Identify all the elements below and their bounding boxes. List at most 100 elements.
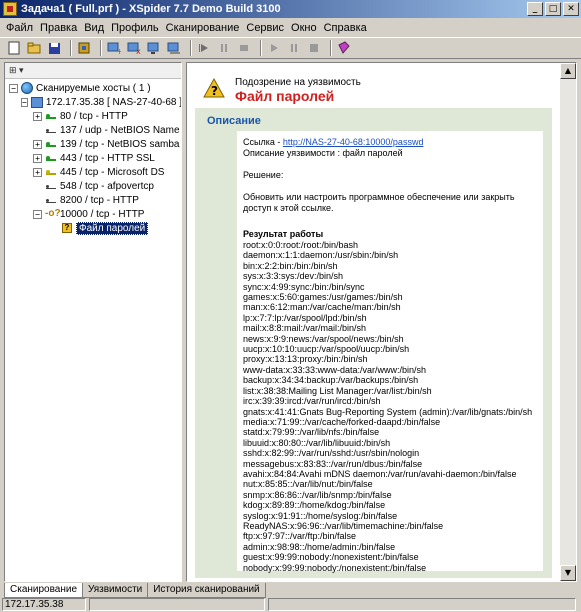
tab-scan-history[interactable]: История сканирований (147, 583, 266, 598)
window-title: Задача1 ( Full.prf ) - XSpider 7.7 Demo … (21, 3, 281, 15)
expand-icon[interactable]: + (33, 139, 42, 149)
minimize-button[interactable]: _ (527, 2, 543, 16)
tree-port-row[interactable]: 8200 / tcp - HTTP (5, 193, 181, 207)
port-icon (45, 180, 57, 192)
expand-icon[interactable]: + (33, 167, 42, 177)
passwd-line: sync:x:4:99:sync:/bin:/bin/sync (243, 281, 365, 292)
open-port-icon (45, 138, 57, 150)
solution-label: Решение: (243, 170, 284, 180)
passwd-line: backup:x:34:34:backup:/var/backups:/bin/… (243, 375, 419, 386)
tab-scanning[interactable]: Сканирование (4, 583, 84, 598)
tree-port-label: 80 / tcp - HTTP (60, 110, 128, 122)
tree-port-row[interactable]: + 443 / tcp - HTTP SSL (5, 151, 181, 165)
tree-port-row[interactable]: + 80 / tcp - HTTP (5, 109, 181, 123)
maximize-button[interactable]: □ (545, 2, 561, 16)
passwd-line: irc:x:39:39:ircd:/var/run/ircd:/bin/sh (243, 396, 381, 407)
hosts-tree: − Сканируемые хосты ( 1 ) − 172.17.35.38… (5, 79, 181, 235)
open-icon[interactable] (26, 40, 42, 56)
tree-header[interactable]: ⊞ ▾ (5, 63, 181, 79)
passwd-line: ReadyNAS:x:96:96::/var/lib/timemachine:/… (243, 520, 444, 531)
pause-icon[interactable] (286, 40, 302, 56)
tree-port-label: 443 / tcp - HTTP SSL (60, 152, 155, 164)
suspicious-port-icon: -o? (45, 208, 61, 219)
tree-port-row[interactable]: − -o? 10000 / tcp - HTTP (5, 207, 181, 221)
expand-icon[interactable]: + (33, 111, 42, 121)
scan-settings-icon[interactable] (76, 40, 92, 56)
menu-help[interactable]: Справка (324, 22, 367, 34)
passwd-line: sys:x:3:3:sys:/dev:/bin/sh (243, 271, 344, 282)
toolbar: + x (0, 37, 581, 59)
menu-window[interactable]: Окно (291, 22, 317, 34)
play-icon[interactable] (266, 40, 282, 56)
open-port-icon (45, 110, 57, 122)
save-icon[interactable] (46, 40, 62, 56)
report-icon[interactable] (336, 40, 352, 56)
globe-icon (21, 82, 33, 94)
passwd-line: games:x:5:60:games:/usr/games:/bin/sh (243, 292, 403, 303)
tree-port-row[interactable]: 548 / tcp - afpovertcp (5, 179, 181, 193)
tree-port-label: 445 / tcp - Microsoft DS (60, 166, 165, 178)
tree-port-label: 8200 / tcp - HTTP (60, 194, 139, 206)
passwd-line: www-data:x:33:33:www-data:/var/www:/bin/… (243, 364, 427, 375)
collapse-icon[interactable]: − (9, 83, 18, 93)
detail-header: ? Подозрение на уязвимость Файл паролей (195, 68, 552, 108)
menu-edit[interactable]: Правка (40, 22, 77, 34)
passwd-line: snmp:x:86:86::/var/lib/snmp:/bin/false (243, 489, 392, 500)
svg-text:?: ? (211, 84, 218, 98)
tree-root-label: Сканируемые хосты ( 1 ) (36, 82, 151, 94)
collapse-icon[interactable]: − (21, 97, 28, 107)
reference-label: Ссылка - (243, 137, 283, 147)
passwd-line: mail:x:8:8:mail:/var/mail:/bin/sh (243, 323, 367, 334)
stop-scan-icon[interactable] (236, 40, 252, 56)
tree-port-row[interactable]: + 445 / tcp - Microsoft DS (5, 165, 181, 179)
close-button[interactable]: ✕ (563, 2, 579, 16)
collapse-icon[interactable]: − (33, 209, 42, 219)
passwd-line: admin:x:98:98::/home/admin:/bin/false (243, 541, 396, 552)
vertical-scrollbar[interactable]: ▲ ▼ (560, 63, 576, 581)
passwd-line: daemon:x:1:1:daemon:/usr/sbin:/bin/sh (243, 250, 399, 261)
start-scan-icon[interactable] (196, 40, 212, 56)
passwd-line: proxy:x:13:13:proxy:/bin:/bin/sh (243, 354, 368, 365)
add-host-icon[interactable]: + (106, 40, 122, 56)
passwd-line: media:x:71:99::/var/cache/forked-daapd:/… (243, 416, 441, 427)
toolbar-separator (190, 40, 192, 56)
scroll-down-icon[interactable]: ▼ (560, 565, 576, 581)
detail-pane: ? Подозрение на уязвимость Файл паролей … (186, 62, 577, 582)
tree-root-row[interactable]: − Сканируемые хосты ( 1 ) (5, 81, 181, 95)
passwd-line: gnats:x:41:41:Gnats Bug-Reporting System… (243, 406, 533, 417)
status-bar: 172.17.35.38 (0, 597, 581, 612)
remove-host-icon[interactable]: x (126, 40, 142, 56)
tree-port-row[interactable]: 137 / udp - NetBIOS Name (5, 123, 181, 137)
vulnerability-title: Файл паролей (235, 88, 335, 104)
tree-vulnerability-row[interactable]: ? Файл паролей (5, 221, 181, 235)
menu-scan[interactable]: Сканирование (166, 22, 240, 34)
host-list-icon[interactable] (166, 40, 182, 56)
status-ip: 172.17.35.38 (2, 598, 86, 611)
new-icon[interactable] (6, 40, 22, 56)
vulnerability-icon: ? (61, 222, 73, 234)
menu-file[interactable]: Файл (6, 22, 33, 34)
passwd-line: root:x:0:0:root:/root:/bin/bash (243, 240, 359, 250)
reference-link[interactable]: http://NAS-27-40-68:10000/passwd (283, 137, 424, 147)
vulnerability-type: Подозрение на уязвимость (235, 77, 361, 88)
host-icon[interactable] (146, 40, 162, 56)
scroll-up-icon[interactable]: ▲ (560, 63, 576, 79)
tab-vulnerabilities[interactable]: Уязвимости (82, 583, 149, 598)
reference-line: Ссылка - http://NAS-27-40-68:10000/passw… (243, 137, 537, 148)
pause-scan-icon[interactable] (216, 40, 232, 56)
menu-profile[interactable]: Профиль (111, 22, 159, 34)
toolbar-separator (70, 40, 72, 56)
passwd-line: kdog:x:89:89::/home/kdog:/bin/false (243, 500, 386, 511)
bottom-tabs: Сканирование Уязвимости История сканиров… (4, 583, 266, 598)
tree-host-row[interactable]: − 172.17.35.38 [ NAS-27-40-68 ] ( 64 ) (5, 95, 181, 109)
passwd-line: list:x:38:38:Mailing List Manager:/var/l… (243, 385, 432, 396)
passwd-line: bin:x:2:2:bin:/bin:/bin/sh (243, 260, 338, 271)
passwd-line: lp:x:7:7:lp:/var/spool/lpd:/bin/sh (243, 312, 367, 323)
stop-icon[interactable] (306, 40, 322, 56)
menu-view[interactable]: Вид (84, 22, 104, 34)
tree-port-row[interactable]: + 139 / tcp - NetBIOS samba (5, 137, 181, 151)
description-line: Описание уязвимости : файл паролей (243, 148, 403, 158)
detail-card: Ссылка - http://NAS-27-40-68:10000/passw… (237, 131, 543, 573)
expand-icon[interactable]: + (33, 153, 42, 163)
menu-service[interactable]: Сервис (246, 22, 284, 34)
